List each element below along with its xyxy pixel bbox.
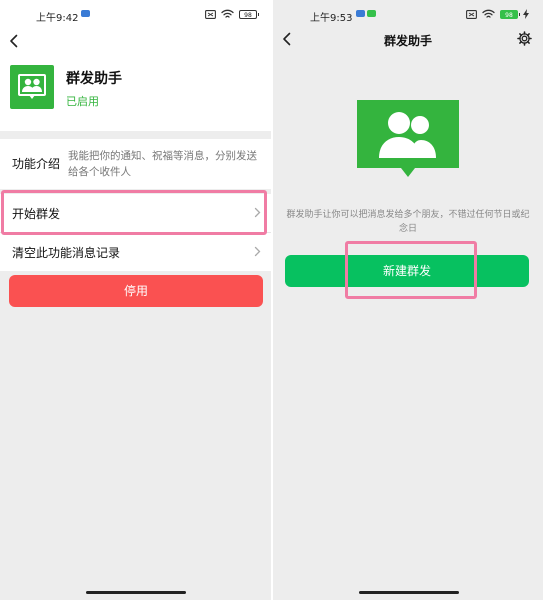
highlight-box — [345, 241, 477, 299]
wechat-notification-icon — [367, 10, 376, 17]
battery-icon: 98 — [500, 9, 520, 19]
clear-history-label: 清空此功能消息记录 — [12, 246, 121, 260]
nav-bar: 上午9:53 98 群发助手 — [273, 0, 543, 58]
charging-icon — [523, 9, 529, 19]
intro-label: 功能介绍 — [12, 157, 61, 171]
notification-icon — [81, 10, 90, 17]
app-status: 已启用 — [66, 95, 99, 108]
chevron-left-icon[interactable] — [8, 34, 20, 48]
battery-icon: 98 — [239, 9, 259, 19]
home-indicator — [359, 591, 459, 594]
wifi-icon — [482, 9, 495, 18]
intro-text: 我能把你的通知、祝福等消息，分别发送给各个收件人 — [68, 150, 257, 178]
status-icons: 98 — [466, 9, 529, 19]
wifi-icon — [221, 9, 234, 18]
home-indicator — [86, 591, 186, 594]
intro-card: 功能介绍 我能把你的通知、祝福等消息，分别发送给各个收件人 — [0, 139, 271, 189]
disable-button[interactable]: 停用 — [9, 275, 263, 307]
gear-icon[interactable] — [517, 31, 532, 46]
left-screen: 上午9:42 98 群发助手 已启用 功能介绍 我能把你的通知、祝福等消息，分别… — [0, 0, 271, 600]
notification-icon — [356, 10, 365, 17]
right-screen: 上午9:53 98 群发助手 群发助手让你可以把消息发给多个朋友，不错过任何节日… — [273, 0, 543, 600]
group-broadcast-icon — [10, 65, 54, 109]
sim-icon — [466, 9, 477, 19]
page-title: 群发助手 — [383, 34, 432, 48]
chevron-right-icon — [254, 246, 261, 257]
status-bar: 上午9:42 98 — [0, 0, 271, 30]
clear-history-row[interactable]: 清空此功能消息记录 — [0, 233, 271, 271]
status-icons: 98 — [205, 9, 259, 19]
group-broadcast-icon — [357, 100, 459, 177]
description-text: 群发助手让你可以把消息发给多个朋友，不错过任何节日或纪念日 — [286, 210, 530, 234]
app-header-card: 群发助手 已启用 — [0, 30, 271, 131]
status-time: 上午9:53 — [310, 13, 353, 24]
app-name: 群发助手 — [66, 71, 122, 87]
sim-icon — [205, 9, 216, 19]
status-time: 上午9:42 — [36, 13, 79, 24]
highlight-box — [1, 190, 267, 235]
